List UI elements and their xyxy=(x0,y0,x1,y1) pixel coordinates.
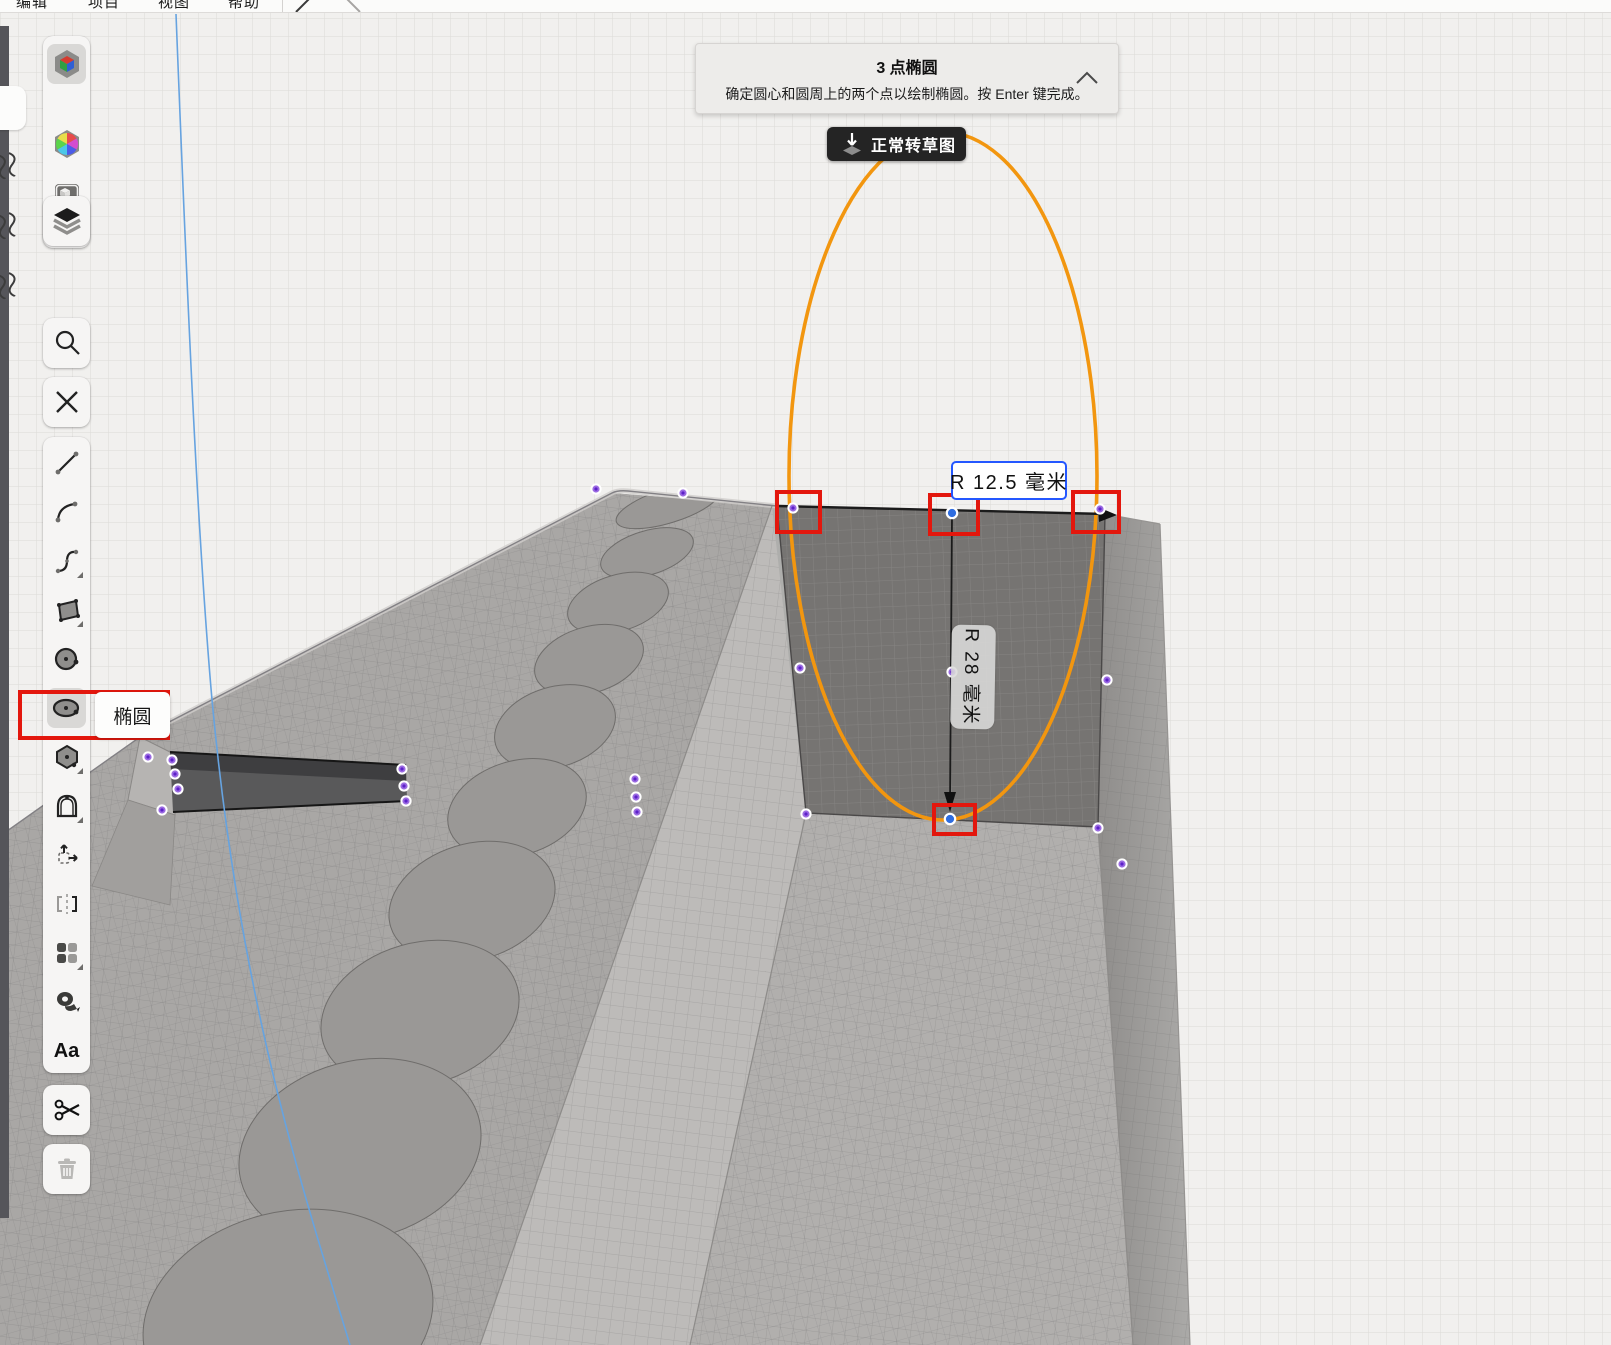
menu-help[interactable]: 帮助 xyxy=(228,0,260,12)
ellipse-center-point[interactable] xyxy=(945,506,959,520)
mirror-tool-icon xyxy=(56,894,77,914)
rectangle-tool-icon xyxy=(56,599,80,622)
redo-arrow-icon[interactable] xyxy=(340,0,362,13)
sketch-tools-panel: Aa xyxy=(43,437,90,1073)
offset-tool-icon xyxy=(56,992,80,1012)
instruction-tooltip: 3 点椭圆 确定圆心和圆周上的两个点以绘制椭圆。按 Enter 键完成。 xyxy=(695,43,1119,114)
face-grid xyxy=(777,506,1105,827)
major-radius-value: R 28 毫米 xyxy=(959,628,983,726)
cursor-mode-hint: 正常转草图 xyxy=(827,127,966,161)
arc-tool-icon xyxy=(55,501,77,523)
arch-slot-tool-button[interactable] xyxy=(47,786,86,826)
search-panel xyxy=(43,318,90,368)
radius-dimension-value: R 12.5 毫米 xyxy=(950,472,1068,494)
cad-application-window: 编辑 项目 视图 帮助 Aa 椭圆 3 点椭圆 确定圆心和圆周上的两个点以绘制椭… xyxy=(0,0,1611,1345)
submenu-indicator xyxy=(77,964,83,970)
collapsed-sidebar-strip[interactable] xyxy=(0,26,9,1218)
delete-button[interactable] xyxy=(47,1149,86,1189)
search-button[interactable] xyxy=(47,323,86,363)
close-icon xyxy=(55,391,78,413)
submenu-indicator xyxy=(77,621,83,627)
line-tool-button[interactable] xyxy=(47,443,86,483)
scissors-icon xyxy=(54,1099,80,1121)
arc-tool-button[interactable] xyxy=(47,492,86,532)
trim-button[interactable] xyxy=(47,1090,86,1130)
chevron-up-icon[interactable] xyxy=(1074,70,1100,86)
normal-to-sketch-icon xyxy=(843,133,861,155)
menu-view[interactable]: 视图 xyxy=(158,0,190,12)
appearance-button[interactable] xyxy=(47,124,86,164)
close-sketch-button[interactable] xyxy=(47,382,86,422)
rectangle-tool-button[interactable] xyxy=(47,590,86,630)
circle-tool-button[interactable] xyxy=(47,639,86,679)
layers-button[interactable] xyxy=(47,201,86,241)
arch-tool-icon xyxy=(56,794,77,818)
offset-tool-button[interactable] xyxy=(47,982,86,1022)
menu-project[interactable]: 项目 xyxy=(88,0,120,12)
layers-icon xyxy=(52,208,81,235)
orientation-cube-button[interactable] xyxy=(47,44,86,84)
polygon-tool-icon xyxy=(55,744,78,770)
delete-panel xyxy=(43,1144,90,1194)
ellipse-radius-point[interactable] xyxy=(943,812,957,826)
undo-arrow-icon[interactable] xyxy=(294,0,316,13)
spline-tool-icon xyxy=(55,549,78,574)
spline-tool-button[interactable] xyxy=(47,541,86,581)
menubar: 编辑 项目 视图 帮助 xyxy=(0,0,1611,13)
trim-panel xyxy=(43,1085,90,1135)
line-tool-icon xyxy=(55,451,78,475)
tool-tooltip: 椭圆 xyxy=(95,692,170,738)
menubar-divider xyxy=(282,0,283,12)
text-tool-button[interactable]: Aa xyxy=(47,1031,86,1071)
search-icon xyxy=(55,330,80,355)
view-cube-icon xyxy=(54,50,79,78)
menu-edit[interactable]: 编辑 xyxy=(16,0,48,12)
3d-viewport[interactable] xyxy=(0,13,1611,1345)
radius-dimension-input[interactable]: R 12.5 毫米 xyxy=(950,461,1068,500)
pattern-tool-button[interactable] xyxy=(47,933,86,973)
submenu-indicator xyxy=(77,768,83,774)
tooltip-description: 确定圆心和圆周上的两个点以绘制椭圆。按 Enter 键完成。 xyxy=(725,86,1089,102)
submenu-indicator xyxy=(77,817,83,823)
close-panel xyxy=(43,377,90,427)
tooltip-title: 3 点椭圆 xyxy=(876,60,938,77)
sidebar-handle[interactable] xyxy=(0,86,26,130)
submenu-indicator xyxy=(77,572,83,578)
text-tool-label: Aa xyxy=(53,1039,80,1062)
major-radius-dimension-label[interactable]: R 28 毫米 xyxy=(950,624,996,730)
move-tool-button[interactable] xyxy=(47,835,86,875)
tool-tooltip-label: 椭圆 xyxy=(113,706,152,728)
polygon-tool-button[interactable] xyxy=(47,737,86,777)
trash-icon xyxy=(57,1158,76,1179)
cursor-hint-label: 正常转草图 xyxy=(871,138,957,155)
move-arrows-icon xyxy=(57,844,78,864)
circle-tool-icon xyxy=(54,647,78,671)
layers-panel xyxy=(43,196,90,246)
pattern-tool-icon xyxy=(56,943,77,963)
mirror-tool-button[interactable] xyxy=(47,884,86,924)
color-wheel-icon xyxy=(54,130,79,158)
